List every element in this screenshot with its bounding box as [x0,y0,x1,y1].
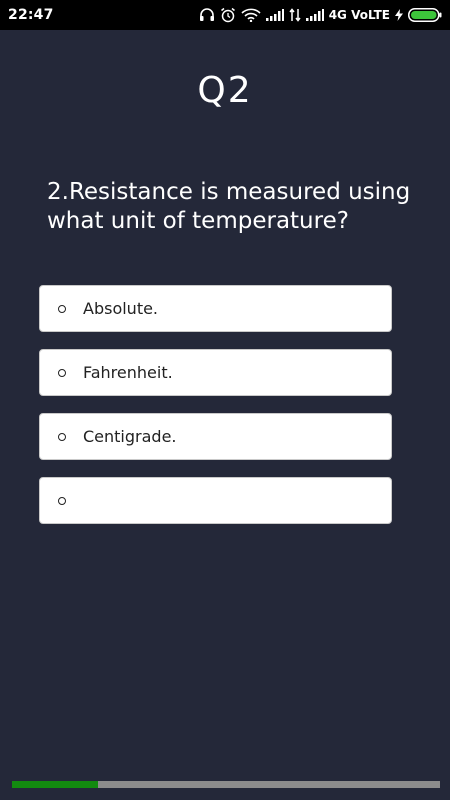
headphones-icon [199,8,215,22]
answer-option-2[interactable]: Fahrenheit. [39,349,392,396]
answer-option-4[interactable] [39,477,392,524]
question-number-title: Q2 [197,70,253,111]
answer-option-label: Centigrade. [83,427,177,446]
data-arrows-icon [289,8,301,22]
quiz-screen: 22:47 4G VoLTE Q2 2.Resistance is measur… [0,0,450,800]
radio-bullet-icon [58,496,66,505]
radio-bullet-icon [58,304,66,313]
signal-icon [265,9,284,21]
radio-bullet-icon [58,368,66,377]
signal-icon [305,9,324,21]
alarm-icon [220,7,236,23]
quiz-progress-bar [12,781,440,788]
quiz-progress-fill [12,781,98,788]
status-time: 22:47 [8,7,54,23]
battery-charging-icon [408,8,442,22]
status-bar: 22:47 4G VoLTE [0,0,450,30]
question-text: 2.Resistance is measured using what unit… [47,179,411,234]
answer-option-1[interactable]: Absolute. [39,285,392,332]
answer-option-label: Fahrenheit. [83,363,173,382]
network-type-label: 4G VoLTE [328,8,390,22]
radio-bullet-icon [58,432,66,441]
lightning-icon [395,9,403,21]
answer-option-label: Absolute. [83,299,159,318]
wifi-icon [241,8,261,22]
status-icons: 4G VoLTE [199,7,442,23]
answer-option-3[interactable]: Centigrade. [39,413,392,460]
answer-options: Absolute. Fahrenheit. Centigrade. [39,285,392,541]
